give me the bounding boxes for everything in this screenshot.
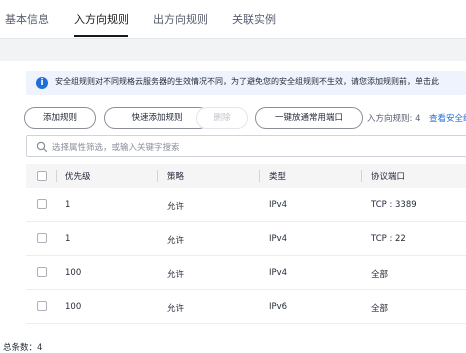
tab-associated-instances[interactable]: 关联实例	[232, 11, 276, 27]
column-header-protocol-port[interactable]: 协议端口	[371, 170, 405, 182]
table-row: 100 允许 IPv4 全部	[26, 256, 466, 290]
table-row: 1 允许 IPv4 TCP : 22	[26, 222, 466, 256]
column-divider	[56, 170, 57, 182]
table-row: 100 允许 IPv6 全部	[26, 290, 466, 324]
section-separator	[0, 39, 466, 61]
search-placeholder: 选择属性筛选，或输入关键字搜索	[52, 143, 180, 153]
row-checkbox[interactable]	[37, 233, 47, 243]
policy-cell: 允许	[167, 236, 185, 246]
table-header: 优先级 策略 类型 协议端口	[26, 164, 466, 188]
row-checkbox[interactable]	[37, 199, 47, 209]
active-tab-indicator	[74, 35, 128, 37]
quick-add-rule-button[interactable]: 快速添加规则	[104, 107, 210, 129]
policy-cell: 允许	[167, 270, 185, 280]
tab-bar: 基本信息 入方向规则 出方向规则 关联实例	[0, 0, 466, 39]
policy-cell: 允许	[167, 202, 185, 212]
protocol-port-cell: 全部	[371, 304, 389, 314]
row-checkbox[interactable]	[37, 301, 47, 311]
type-cell: IPv6	[269, 302, 288, 312]
toolbar: 添加规则 快速添加规则 删除 一键放通常用端口 入方向规则: 4 查看安全组	[24, 107, 466, 129]
row-checkbox[interactable]	[37, 267, 47, 277]
table-row: 1 允许 IPv4 TCP : 3389	[26, 188, 466, 222]
column-divider	[259, 170, 260, 182]
column-header-priority[interactable]: 优先级	[65, 170, 91, 182]
priority-cell: 1	[65, 200, 71, 210]
tab-inbound-rules[interactable]: 入方向规则	[74, 11, 129, 27]
inbound-rule-count: 入方向规则: 4	[367, 114, 421, 124]
type-cell: IPv4	[269, 200, 288, 210]
priority-cell: 100	[65, 268, 82, 278]
select-all-checkbox[interactable]	[37, 171, 47, 181]
info-icon: i	[36, 77, 48, 89]
policy-cell: 允许	[167, 304, 185, 314]
view-security-group-link[interactable]: 查看安全组	[429, 112, 466, 124]
tab-outbound-rules[interactable]: 出方向规则	[153, 11, 208, 27]
search-input[interactable]: 选择属性筛选，或输入关键字搜索	[26, 135, 466, 157]
type-cell: IPv4	[269, 268, 288, 278]
protocol-port-cell: TCP : 3389	[371, 200, 417, 210]
notice-banner: i 安全组规则对不同规格云服务器的生效情况不同，为了避免您的安全组规则不生效，请…	[26, 71, 466, 95]
add-rule-button[interactable]: 添加规则	[24, 107, 96, 129]
notice-text: 安全组规则对不同规格云服务器的生效情况不同，为了避免您的安全组规则不生效，请您添…	[55, 77, 439, 86]
protocol-port-cell: TCP : 22	[371, 234, 406, 244]
total-count: 总条数：4	[3, 343, 43, 353]
column-divider	[361, 170, 362, 182]
priority-cell: 100	[65, 302, 82, 312]
protocol-port-cell: 全部	[371, 270, 389, 280]
column-header-policy[interactable]: 策略	[167, 170, 184, 182]
type-cell: IPv4	[269, 234, 288, 244]
column-divider	[157, 170, 158, 182]
tab-basic-info[interactable]: 基本信息	[5, 11, 49, 27]
delete-button[interactable]: 删除	[196, 107, 248, 129]
column-header-type[interactable]: 类型	[269, 170, 286, 182]
search-icon	[36, 141, 48, 153]
open-common-ports-button[interactable]: 一键放通常用端口	[255, 107, 363, 129]
priority-cell: 1	[65, 234, 71, 244]
